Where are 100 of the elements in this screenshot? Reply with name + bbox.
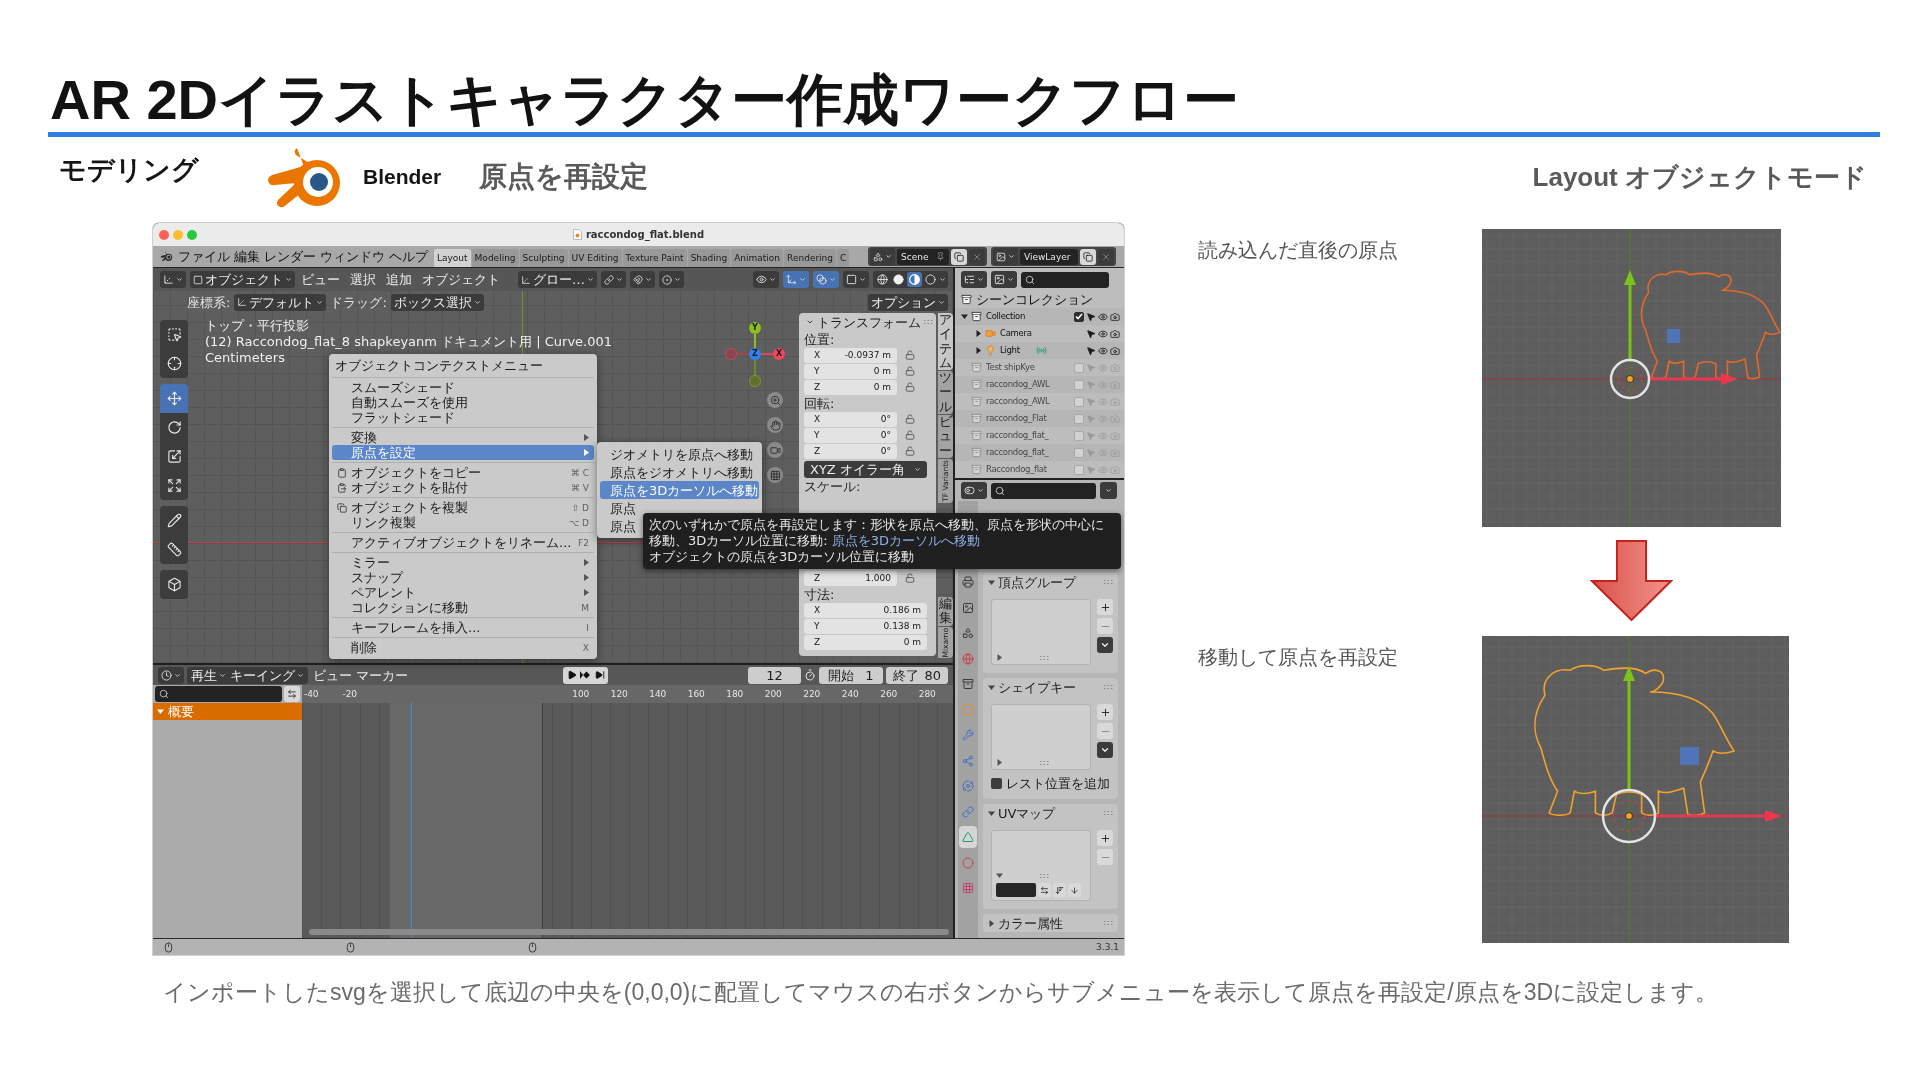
options-dropdown[interactable]: オプション xyxy=(868,293,948,311)
panel-header[interactable]: カラー属性 xyxy=(983,914,1118,932)
tool-button[interactable] xyxy=(160,570,188,599)
pointer-icon[interactable] xyxy=(1086,311,1096,322)
overlay-toggle[interactable] xyxy=(843,271,869,288)
outliner-row[interactable]: raccondog_flat_ xyxy=(955,444,1124,461)
shading-button[interactable] xyxy=(891,272,906,287)
orientation-dropdown[interactable]: グロー… xyxy=(518,271,597,288)
scene-menu-button[interactable] xyxy=(870,248,895,265)
display-mode-dropdown[interactable] xyxy=(961,271,987,288)
new-button[interactable] xyxy=(1080,248,1096,265)
menu-item[interactable]: 選択 xyxy=(348,272,378,287)
menu-item[interactable]: 変換 xyxy=(332,430,594,445)
zoom-button[interactable] xyxy=(767,392,783,408)
menu-item[interactable]: 編集 xyxy=(232,249,262,264)
unlock-icon[interactable] xyxy=(905,446,915,456)
checkbox[interactable] xyxy=(1074,396,1084,407)
workspace-tab[interactable]: Animation xyxy=(731,249,784,267)
unlock-icon[interactable] xyxy=(905,573,915,583)
panel-header[interactable]: シェイプキー xyxy=(983,678,1118,696)
axis-handle[interactable] xyxy=(749,375,761,387)
add-button[interactable] xyxy=(1097,599,1113,615)
menu-item[interactable]: 原点を3Dカーソルへ移動 xyxy=(600,481,759,499)
checkbox[interactable] xyxy=(1074,379,1084,390)
specials-button[interactable] xyxy=(1097,742,1113,758)
frame-ruler[interactable]: -40 -20 100 120 140 160 180 200 220 240 260 280 xyxy=(302,685,953,703)
scene-field[interactable]: Scene xyxy=(897,248,949,265)
axis-handle[interactable] xyxy=(725,348,737,360)
menu-item[interactable]: スムーズシェード xyxy=(332,380,594,395)
menu-item[interactable]: オブジェクトを複製 ⇧ D xyxy=(332,500,594,515)
menu-item[interactable]: 原点を設定 xyxy=(332,445,594,460)
number-field[interactable]: X 0° xyxy=(804,411,897,427)
snap-dropdown[interactable] xyxy=(630,271,655,288)
number-field[interactable]: X 0.186 m xyxy=(804,602,927,618)
editor-type-dropdown[interactable] xyxy=(160,271,186,288)
axis-handle[interactable]: Z xyxy=(749,348,761,360)
axis-handle[interactable]: X xyxy=(773,348,785,360)
view-layer-field[interactable]: ViewLayer xyxy=(1020,248,1078,265)
menu-item[interactable]: 削除 X xyxy=(332,640,594,655)
list-box[interactable] xyxy=(991,830,1091,901)
search-field[interactable] xyxy=(155,686,282,702)
tool-button[interactable] xyxy=(160,384,188,413)
number-field[interactable]: Y 0° xyxy=(804,427,897,443)
zoom-button[interactable] xyxy=(187,229,197,240)
tool-button[interactable] xyxy=(160,471,188,500)
shading-button[interactable] xyxy=(875,272,890,287)
uv-name-field[interactable] xyxy=(996,883,1036,897)
pivot-dropdown[interactable] xyxy=(601,271,626,288)
menu-item[interactable]: 追加 xyxy=(384,272,414,287)
editor-type-dropdown[interactable] xyxy=(158,666,184,684)
menu-item[interactable]: オブジェクトをコピー ⌘ C xyxy=(332,465,594,480)
menu-item[interactable]: レンダー xyxy=(262,249,318,264)
menu-item[interactable]: リンク複製 ⌥ D xyxy=(332,515,594,530)
menu-item[interactable]: ジオメトリを原点へ移動 xyxy=(600,445,759,463)
workspace-tab[interactable]: Layout xyxy=(434,249,471,267)
outliner-row[interactable]: raccondog_Flat xyxy=(955,410,1124,427)
unlock-icon[interactable] xyxy=(905,430,915,440)
checkbox[interactable] xyxy=(1074,447,1084,458)
checkbox[interactable] xyxy=(1074,430,1084,441)
disclosure-triangle-icon[interactable] xyxy=(975,330,982,337)
menu-item[interactable]: コレクションに移動 M xyxy=(332,600,594,615)
camera-icon[interactable] xyxy=(1110,311,1120,322)
number-field[interactable]: Z 0 m xyxy=(804,634,927,650)
menu-item[interactable]: ウィンドウ xyxy=(318,249,387,264)
checkbox[interactable] xyxy=(1074,413,1084,424)
tool-button[interactable] xyxy=(160,349,188,378)
workspace-tab[interactable]: UV Editing xyxy=(568,249,622,267)
menu-item[interactable]: ビュー xyxy=(311,667,354,683)
outliner-row[interactable]: Collection xyxy=(955,308,1124,325)
search-field[interactable] xyxy=(991,482,1096,499)
eye-icon[interactable] xyxy=(1098,345,1108,356)
number-field[interactable]: Y 0.138 m xyxy=(804,618,927,634)
number-field[interactable]: Y 0 m xyxy=(804,363,897,379)
overlay-toggle[interactable] xyxy=(813,271,839,288)
unlock-icon[interactable] xyxy=(905,382,915,392)
overlay-toggle[interactable] xyxy=(753,271,779,288)
overlay-toggle[interactable] xyxy=(783,271,809,288)
camera-view-button[interactable] xyxy=(767,442,783,458)
start-frame-field[interactable]: 開始 1 xyxy=(819,666,883,684)
eye-icon[interactable] xyxy=(1098,311,1108,322)
eye-icon[interactable] xyxy=(1098,328,1108,339)
checkbox[interactable] xyxy=(1074,311,1084,322)
horizontal-scrollbar[interactable] xyxy=(309,929,949,935)
checkbox[interactable] xyxy=(1074,464,1084,475)
sidebar-tab[interactable]: 編集 xyxy=(938,596,953,626)
move-down-button[interactable] xyxy=(1068,883,1081,897)
menu-item[interactable]: ファイル xyxy=(176,249,232,264)
playback-dropdown[interactable]: 再生 xyxy=(189,666,228,684)
menu-item[interactable]: ヘルプ xyxy=(387,249,430,264)
sidebar-tab[interactable]: アイテム xyxy=(938,313,953,371)
tool-button[interactable] xyxy=(160,506,188,535)
close-button[interactable] xyxy=(159,229,169,240)
tool-button[interactable] xyxy=(160,413,188,442)
drag-dropdown[interactable]: ボックス選択 xyxy=(390,293,484,311)
workspace-tab[interactable]: Shading xyxy=(687,249,731,267)
sidebar-tab[interactable]: ビュー xyxy=(938,415,953,458)
specials-button[interactable] xyxy=(1097,637,1113,653)
end-frame-field[interactable]: 終了 80 xyxy=(886,666,948,684)
stopwatch-icon[interactable] xyxy=(804,669,816,681)
checkbox[interactable] xyxy=(1074,362,1084,373)
